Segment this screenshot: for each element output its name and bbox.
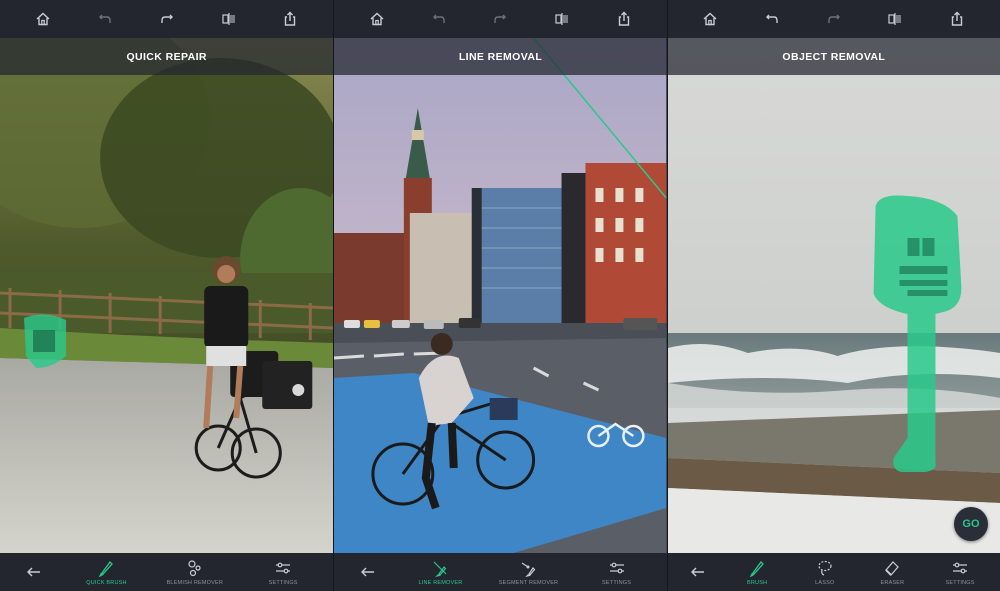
tool-label: QUICK BRUSH <box>86 579 127 586</box>
share-button[interactable] <box>279 8 301 30</box>
share-icon <box>951 11 963 26</box>
mode-title: LINE REMOVAL <box>334 38 667 75</box>
home-button[interactable] <box>699 8 721 30</box>
tool-segment-remover[interactable]: SEGMENT REMOVER <box>493 554 565 590</box>
undo-icon <box>766 14 778 23</box>
redo-icon <box>828 14 840 23</box>
tool-line-remover[interactable]: LINE REMOVER <box>404 554 476 590</box>
share-icon <box>618 11 629 26</box>
arrow-left-icon <box>361 567 375 577</box>
back-button[interactable] <box>678 554 718 590</box>
eraser-icon <box>885 560 900 576</box>
compare-icon <box>555 13 569 25</box>
top-toolbar <box>334 0 667 38</box>
bottom-toolbar: BRUSH LASSO ERASER SETTINGS <box>667 553 1000 591</box>
compare-button[interactable] <box>218 8 240 30</box>
undo-button[interactable] <box>761 8 783 30</box>
photo-canvas[interactable] <box>0 38 334 553</box>
tool-label: SETTINGS <box>945 579 975 586</box>
tool-label: BRUSH <box>747 579 768 586</box>
undo-icon <box>98 14 111 23</box>
back-button[interactable] <box>14 554 54 590</box>
tool-label: SETTINGS <box>268 579 298 586</box>
share-button[interactable] <box>946 8 968 30</box>
compare-icon <box>888 13 902 25</box>
redo-button[interactable] <box>156 8 178 30</box>
tool-label: SETTINGS <box>602 579 632 586</box>
back-button[interactable] <box>348 554 388 590</box>
photo-city-street <box>334 38 667 553</box>
undo-button[interactable] <box>94 8 116 30</box>
go-button[interactable]: GO <box>953 507 988 541</box>
arrow-left-icon <box>27 567 41 577</box>
share-button[interactable] <box>613 8 635 30</box>
photo-canvas[interactable] <box>334 38 667 553</box>
home-icon <box>36 12 50 26</box>
mode-title: OBJECT REMOVAL <box>667 38 1000 75</box>
blemish-icon <box>188 559 201 576</box>
tool-label: LINE REMOVER <box>418 579 463 586</box>
tool-eraser[interactable]: ERASER <box>863 554 921 590</box>
tool-settings[interactable]: SETTINGS <box>581 554 653 590</box>
top-toolbar <box>667 0 1000 38</box>
tool-brush[interactable]: BRUSH <box>728 554 786 590</box>
brush-icon <box>99 560 114 577</box>
compare-button[interactable] <box>551 8 573 30</box>
line-remover-icon <box>434 561 447 577</box>
mode-title: QUICK REPAIR <box>0 38 334 75</box>
home-button[interactable] <box>366 8 388 30</box>
brush-icon <box>749 560 765 577</box>
home-button[interactable] <box>32 8 54 30</box>
segment-remover-icon <box>521 562 535 577</box>
panel-quick-repair: QUICK REPAIR QUICK BRUSH BLEMISH REMOVER… <box>0 0 334 591</box>
undo-icon <box>432 14 445 23</box>
undo-button[interactable] <box>428 8 450 30</box>
tool-settings[interactable]: SETTINGS <box>247 554 319 590</box>
tool-settings[interactable]: SETTINGS <box>931 554 989 590</box>
app-root: QUICK REPAIR QUICK BRUSH BLEMISH REMOVER… <box>0 0 1000 591</box>
home-icon <box>370 12 384 26</box>
sliders-icon <box>276 562 291 573</box>
photo-beach-mailbox <box>667 38 1000 553</box>
redo-icon <box>494 14 507 23</box>
tool-label: LASSO <box>815 579 835 586</box>
compare-button[interactable] <box>884 8 906 30</box>
redo-icon <box>160 14 173 23</box>
lasso-icon <box>818 560 832 576</box>
tool-lasso[interactable]: LASSO <box>796 554 854 590</box>
compare-icon <box>221 13 235 25</box>
sliders-icon <box>953 562 968 573</box>
tool-label: SEGMENT REMOVER <box>498 579 559 586</box>
share-icon <box>285 11 296 26</box>
bottom-toolbar: QUICK BRUSH BLEMISH REMOVER SETTINGS <box>0 553 334 591</box>
photo-park-cyclist <box>0 38 334 553</box>
sliders-icon <box>609 562 624 573</box>
panel-object-removal: OBJECT REMOVAL GO BRUSH LASSO ERASER SET… <box>666 0 1000 591</box>
tool-quick-brush[interactable]: QUICK BRUSH <box>70 554 142 590</box>
redo-button[interactable] <box>489 8 511 30</box>
tool-label: ERASER <box>880 579 905 586</box>
panel-line-removal: LINE REMOVAL LINE REMOVER SEGMENT REMOVE… <box>333 0 667 591</box>
redo-button[interactable] <box>823 8 845 30</box>
tool-blemish-remover[interactable]: BLEMISH REMOVER <box>159 554 231 590</box>
top-toolbar <box>0 0 334 38</box>
photo-canvas[interactable] <box>667 38 1000 553</box>
home-icon <box>704 12 717 26</box>
arrow-left-icon <box>691 567 705 577</box>
tool-label: BLEMISH REMOVER <box>166 579 224 586</box>
bottom-toolbar: LINE REMOVER SEGMENT REMOVER SETTINGS <box>334 553 667 591</box>
